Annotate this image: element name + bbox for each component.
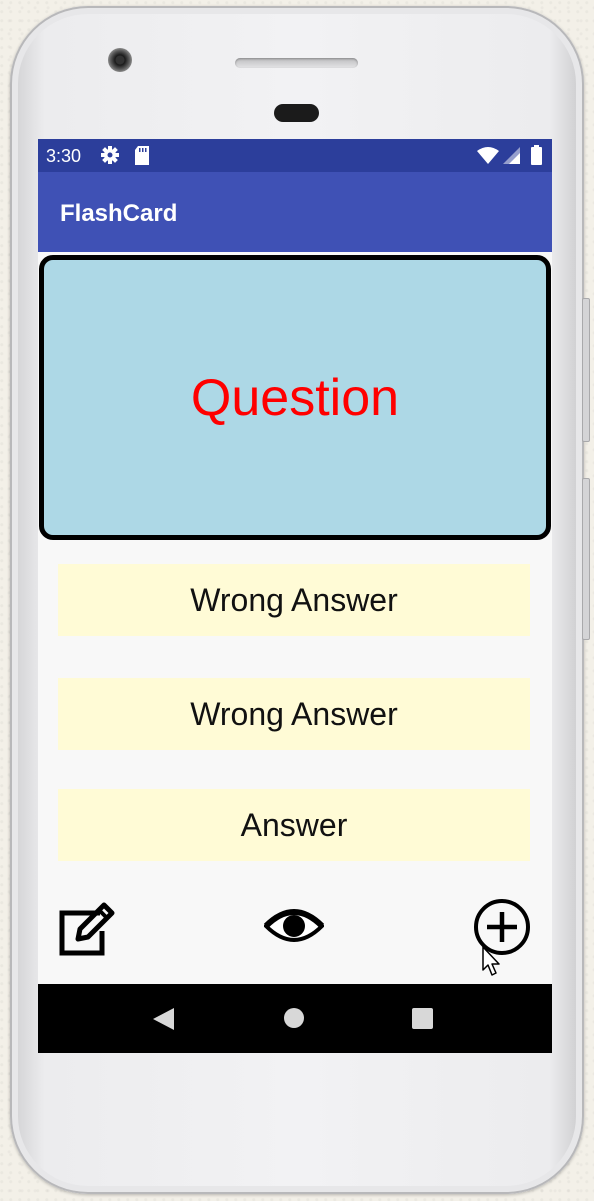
app-title: FlashCard (60, 200, 178, 227)
add-circle-icon[interactable] (472, 897, 532, 962)
answer-option-1[interactable]: Wrong Answer (58, 564, 530, 636)
app-bar: FlashCard (38, 172, 552, 252)
battery-icon (531, 145, 542, 170)
recents-icon[interactable] (412, 1008, 433, 1034)
earpiece-speaker (235, 58, 358, 68)
flashcard-question-card[interactable]: Question (39, 255, 551, 540)
home-icon[interactable] (283, 1007, 305, 1034)
volume-button (582, 478, 590, 640)
answer-option-3[interactable]: Answer (58, 789, 530, 861)
sd-card-icon (134, 146, 150, 170)
eye-icon[interactable] (263, 906, 325, 951)
power-button (582, 298, 590, 442)
proximity-sensor (274, 104, 319, 122)
wifi-icon (477, 147, 499, 169)
navigation-bar (38, 984, 552, 1053)
back-icon[interactable] (153, 1008, 175, 1035)
answer-option-2[interactable]: Wrong Answer (58, 678, 530, 750)
settings-icon (100, 145, 120, 170)
status-bar: 3:30 (38, 139, 552, 172)
mouse-pointer-icon (482, 946, 502, 981)
phone-screen: 3:30 FlashCard Question Wrong Answer Wro… (38, 139, 552, 1053)
edit-icon[interactable] (58, 899, 118, 962)
question-text: Question (190, 369, 400, 427)
front-camera (108, 48, 132, 72)
signal-icon (503, 147, 520, 169)
status-time: 3:30 (46, 146, 82, 166)
